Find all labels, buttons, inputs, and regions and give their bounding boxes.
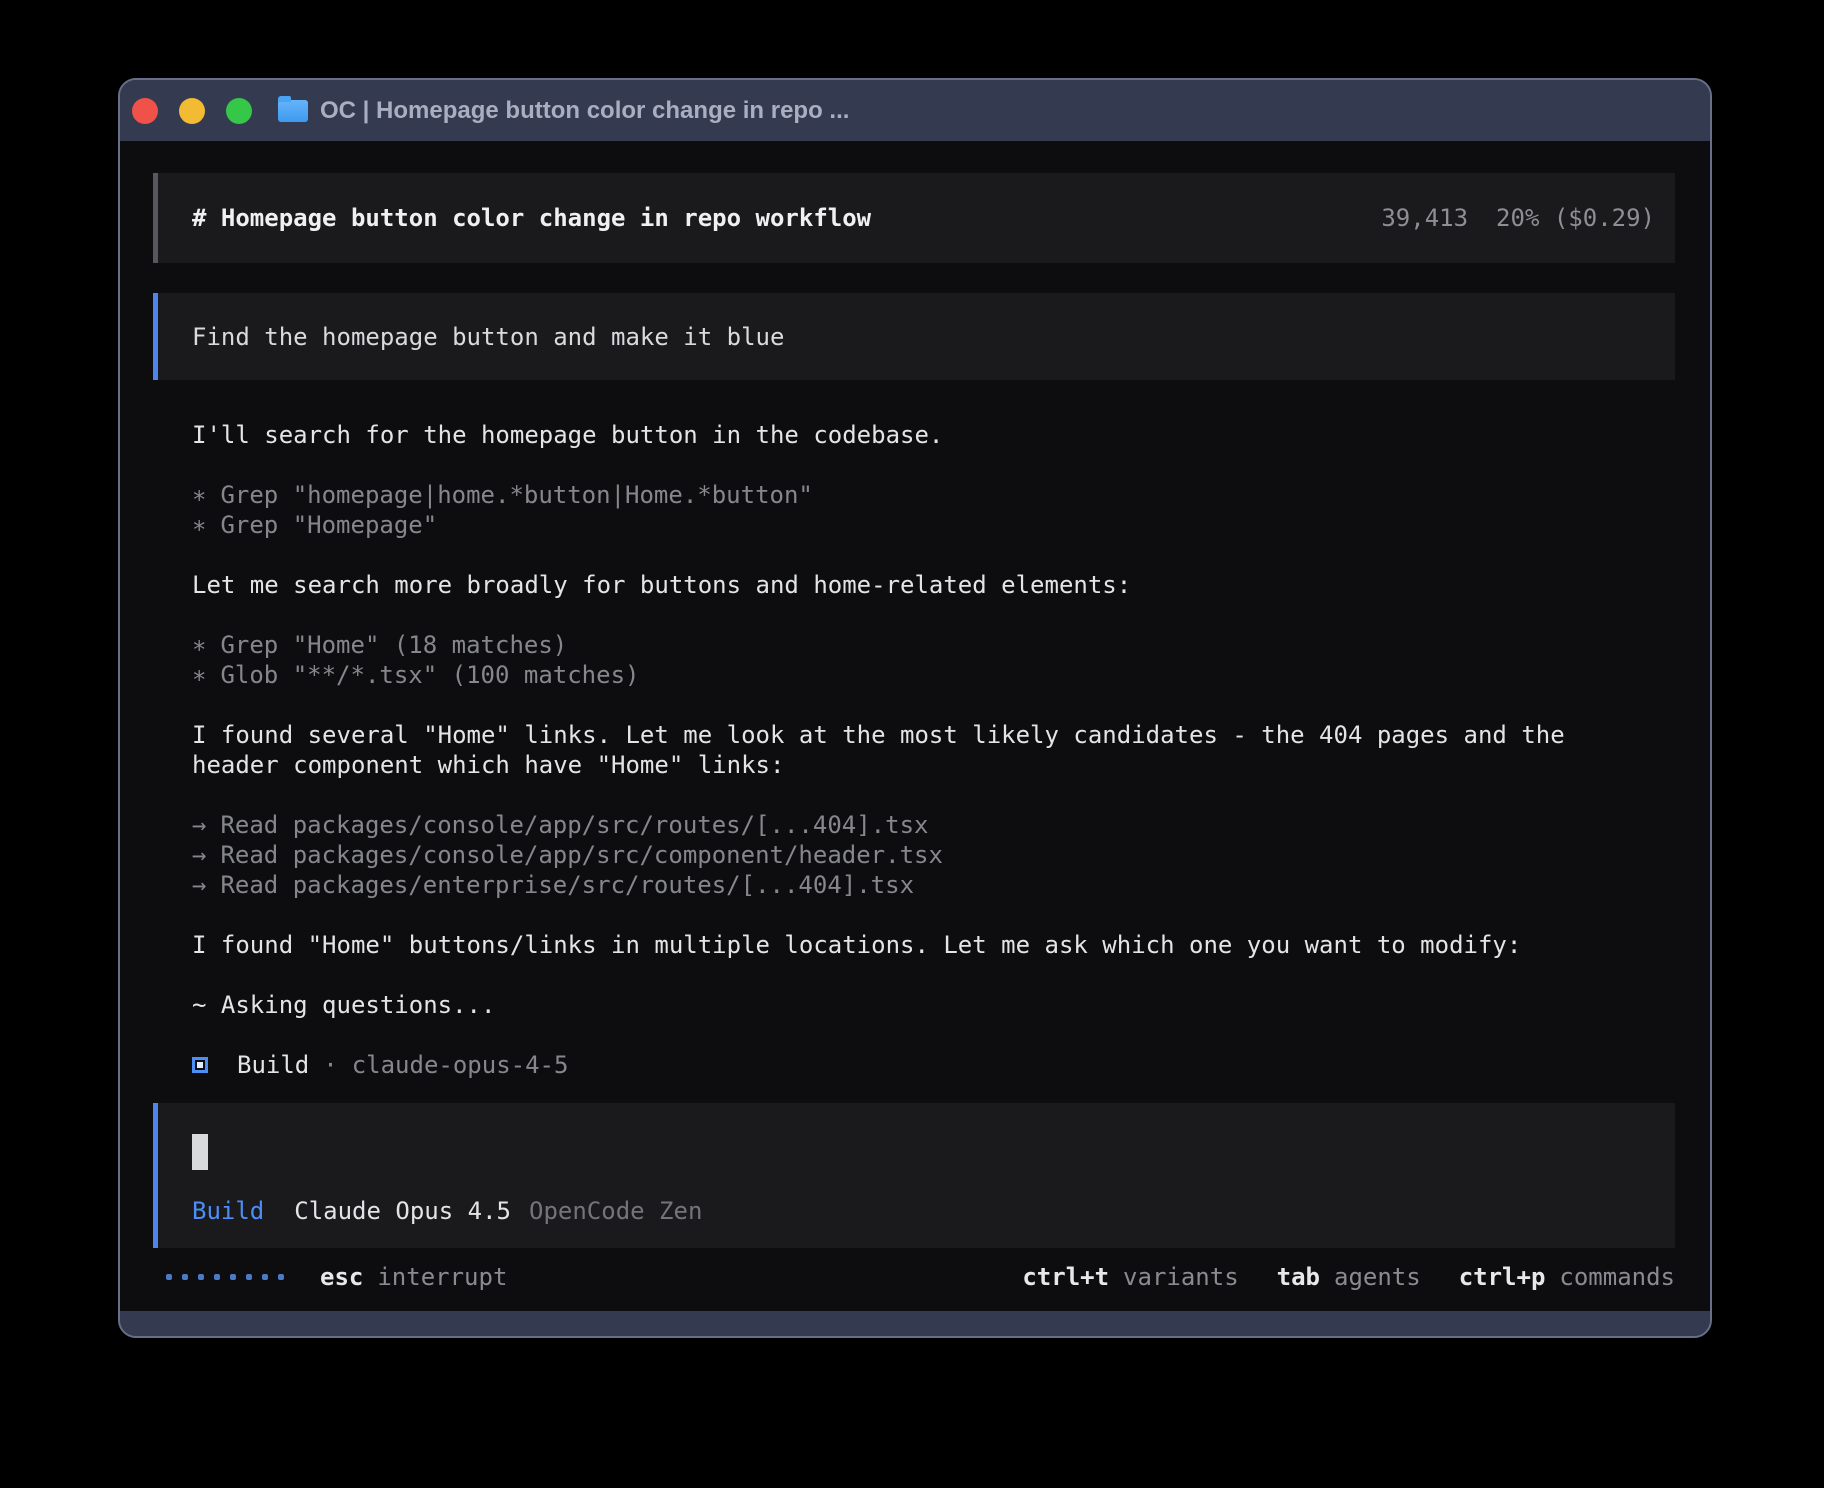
spinner-dot (198, 1274, 204, 1280)
agent-indicator: Build · claude-opus-4-5 (192, 1050, 1675, 1080)
agent-model: claude-opus-4-5 (352, 1050, 569, 1080)
assistant-paragraph: I'll search for the homepage button in t… (192, 420, 1675, 450)
spinner-dot (166, 1274, 172, 1280)
shortcut-label: agents (1334, 1262, 1421, 1292)
spinner-dot (230, 1274, 236, 1280)
tool-call: ∗ Grep "Home" (18 matches) (192, 630, 1675, 660)
assistant-paragraph: I found several "Home" links. Let me loo… (192, 720, 1675, 780)
terminal-window: OC | Homepage button color change in rep… (118, 78, 1712, 1338)
model-label: Claude Opus 4.5 (294, 1196, 511, 1226)
status-left: esc interrupt (166, 1262, 507, 1292)
tool-call-text: Read packages/enterprise/src/routes/[...… (220, 871, 914, 899)
folder-icon (278, 100, 308, 122)
agent-name: Build (237, 1050, 309, 1080)
tool-glyph-icon: ∗ (192, 660, 206, 690)
tool-glyph-icon: ∗ (192, 630, 206, 660)
prompt-input[interactable]: Build Claude Opus 4.5 OpenCode Zen (153, 1103, 1675, 1248)
text-cursor (192, 1134, 208, 1170)
terminal-content: # Homepage button color change in repo w… (120, 141, 1710, 1311)
tool-call-group: ∗ Grep "homepage|home.*button|Home.*butto… (192, 480, 1675, 540)
shortcut-label: variants (1123, 1262, 1239, 1292)
tool-call: → Read packages/console/app/src/component… (192, 840, 1675, 870)
user-message: Find the homepage button and make it blu… (153, 293, 1675, 380)
tool-call-text: Grep "Home" (18 matches) (220, 631, 567, 659)
tool-call-group: → Read packages/console/app/src/routes/[.… (192, 810, 1675, 900)
working-status: ~ Asking questions... (192, 990, 1675, 1020)
tool-call-text: Glob "**/*.tsx" (100 matches) (220, 661, 639, 689)
window-bottom-chrome (120, 1311, 1710, 1336)
window-title: OC | Homepage button color change in rep… (320, 97, 849, 125)
spinner-icon (166, 1274, 294, 1280)
spinner-dot (246, 1274, 252, 1280)
tool-call-text: Read packages/console/app/src/component/… (220, 841, 942, 869)
status-bar: esc interrupt ctrl+t variants tab agents… (153, 1262, 1675, 1292)
shortcut-variants: ctrl+t variants (1022, 1262, 1238, 1292)
shortcut-key: ctrl+t (1022, 1262, 1109, 1292)
token-count: 39,413 (1381, 203, 1468, 233)
tool-call: ∗ Grep "Homepage" (192, 510, 1675, 540)
assistant-paragraph-line: header component which have "Home" links… (192, 750, 1675, 780)
shortcut-key: esc (320, 1262, 363, 1292)
titlebar: OC | Homepage button color change in rep… (120, 80, 1710, 141)
input-mode-row: Build Claude Opus 4.5 OpenCode Zen (192, 1196, 1655, 1226)
tool-glyph-icon: ∗ (192, 510, 206, 540)
tool-call: ∗ Grep "homepage|home.*button|Home.*butto… (192, 480, 1675, 510)
shortcut-label: commands (1559, 1262, 1675, 1292)
minimize-button[interactable] (179, 98, 205, 124)
read-arrow-icon: → (192, 870, 206, 900)
spinner-dot (182, 1274, 188, 1280)
spinner-dot (262, 1274, 268, 1280)
provider-label: OpenCode Zen (529, 1196, 702, 1226)
tool-call: → Read packages/console/app/src/routes/[.… (192, 810, 1675, 840)
tool-call-text: Grep "Homepage" (220, 511, 437, 539)
assistant-paragraph-line: I found several "Home" links. Let me loo… (192, 720, 1675, 750)
read-arrow-icon: → (192, 840, 206, 870)
close-button[interactable] (132, 98, 158, 124)
conversation: I'll search for the homepage button in t… (192, 420, 1675, 1080)
context-cost: 20% ($0.29) (1496, 203, 1655, 233)
agent-separator: · (323, 1050, 337, 1080)
spinner-dot (278, 1274, 284, 1280)
session-stats: 39,413 20% ($0.29) (1381, 203, 1655, 233)
shortcut-agents: tab agents (1277, 1262, 1421, 1292)
shortcut-label: interrupt (377, 1262, 507, 1292)
mode-label: Build (192, 1196, 264, 1226)
shortcut-commands: ctrl+p commands (1459, 1262, 1675, 1292)
tool-call: ∗ Glob "**/*.tsx" (100 matches) (192, 660, 1675, 690)
zoom-button[interactable] (226, 98, 252, 124)
shortcut-key: ctrl+p (1459, 1262, 1546, 1292)
tool-call-text: Read packages/console/app/src/routes/[..… (220, 811, 928, 839)
tool-call-group: ∗ Grep "Home" (18 matches) ∗ Glob "**/*.ts… (192, 630, 1675, 690)
assistant-paragraph: I found "Home" buttons/links in multiple… (192, 930, 1675, 960)
status-right: ctrl+t variants tab agents ctrl+p comman… (984, 1262, 1675, 1292)
assistant-paragraph: Let me search more broadly for buttons a… (192, 570, 1675, 600)
read-arrow-icon: → (192, 810, 206, 840)
session-title: # Homepage button color change in repo w… (192, 203, 871, 233)
spinner-dot (214, 1274, 220, 1280)
session-header: # Homepage button color change in repo w… (153, 173, 1675, 263)
user-message-text: Find the homepage button and make it blu… (192, 322, 784, 352)
build-agent-icon (192, 1057, 208, 1073)
tool-call-text: Grep "homepage|home.*button|Home.*button… (220, 481, 812, 509)
tool-call: → Read packages/enterprise/src/routes/[..… (192, 870, 1675, 900)
shortcut-key: tab (1277, 1262, 1320, 1292)
tool-glyph-icon: ∗ (192, 480, 206, 510)
